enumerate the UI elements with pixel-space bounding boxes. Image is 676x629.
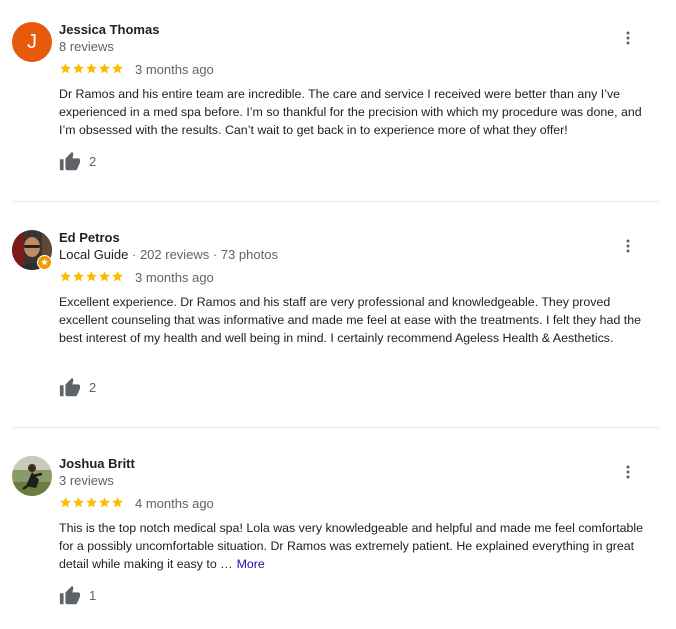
reviews-list: J Jessica Thomas 8 reviews 3 months ago … (0, 0, 676, 629)
more-vert-icon (626, 239, 630, 253)
star-icon (86, 497, 97, 508)
review-text: Dr Ramos and his entire team are incredi… (59, 87, 642, 137)
star-icon (112, 63, 123, 74)
reviewer-name[interactable]: Jessica Thomas (59, 22, 159, 38)
star-icon (86, 63, 97, 74)
star-icon (73, 271, 84, 282)
avatar[interactable]: J (12, 22, 52, 62)
divider (12, 427, 660, 428)
like-count: 2 (89, 380, 97, 395)
star-icon (60, 63, 71, 74)
avatar-letter: J (12, 22, 52, 62)
like-button[interactable]: 2 (59, 376, 96, 400)
thumbs-up-icon (59, 377, 81, 397)
star-icon (99, 497, 110, 508)
local-guide-label: Local Guide (59, 247, 129, 262)
star-icon (112, 497, 123, 508)
star-icon (73, 63, 84, 74)
like-count: 1 (89, 588, 97, 603)
avatar-photo (12, 456, 52, 496)
star-rating (59, 270, 124, 284)
review-time: 3 months ago (135, 62, 214, 77)
reviewer-meta[interactable]: Local Guide · 202 reviews · 73 photos (59, 247, 278, 263)
like-button[interactable]: 1 (59, 584, 96, 608)
review-text: This is the top notch medical spa! Lola … (59, 519, 659, 573)
star-icon (112, 271, 123, 282)
reviewer-meta[interactable]: 3 reviews (59, 473, 114, 489)
star-rating (59, 496, 124, 510)
review-text-content: This is the top notch medical spa! Lola … (59, 521, 644, 571)
reviewer-counts: · 202 reviews · 73 photos (128, 247, 278, 262)
star-icon (73, 497, 84, 508)
review-text: Excellent experience. Dr Ramos and his s… (59, 295, 641, 345)
more-options-button[interactable] (618, 28, 638, 48)
more-vert-icon (626, 31, 630, 45)
more-link[interactable]: More (237, 557, 265, 571)
star-icon (86, 271, 97, 282)
like-count: 2 (89, 154, 97, 169)
more-options-button[interactable] (618, 236, 638, 256)
reviewer-name[interactable]: Ed Petros (59, 230, 120, 246)
star-icon (99, 271, 110, 282)
star-rating (59, 62, 124, 76)
divider (12, 201, 660, 202)
like-button[interactable]: 2 (59, 150, 96, 174)
more-options-button[interactable] (618, 462, 638, 482)
thumbs-up-icon (59, 585, 81, 605)
reviewer-name[interactable]: Joshua Britt (59, 456, 135, 472)
star-icon (99, 63, 110, 74)
local-guide-badge-icon (37, 255, 52, 270)
reviewer-meta[interactable]: 8 reviews (59, 39, 114, 55)
review-time: 4 months ago (135, 496, 214, 511)
avatar[interactable] (12, 230, 52, 270)
review-time: 3 months ago (135, 270, 214, 285)
thumbs-up-icon (59, 151, 81, 171)
avatar[interactable] (12, 456, 52, 496)
star-icon (60, 497, 71, 508)
more-vert-icon (626, 465, 630, 479)
star-icon (60, 271, 71, 282)
